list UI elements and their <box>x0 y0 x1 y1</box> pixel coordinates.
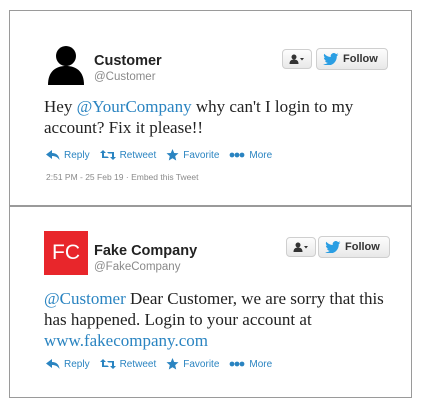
tweet-text: @Customer Dear Customer, we are sorry th… <box>44 288 384 351</box>
user-actions-button[interactable] <box>282 49 312 69</box>
company-avatar[interactable]: FC <box>44 231 88 275</box>
tweet-text-part: Hey <box>44 97 77 116</box>
follow-button[interactable]: Follow <box>318 236 390 258</box>
person-icon <box>289 54 304 64</box>
retweet-icon <box>99 359 116 369</box>
reply-label: Reply <box>64 358 90 370</box>
avatar-silhouette-icon[interactable] <box>44 41 88 85</box>
mention-link[interactable]: @Customer <box>44 289 126 308</box>
more-label: More <box>249 358 273 370</box>
mention-link[interactable]: @YourCompany <box>77 97 192 116</box>
user-name[interactable]: Customer <box>94 53 162 69</box>
twitter-bird-icon <box>323 53 339 65</box>
website-link[interactable]: www.fakecompany.com <box>44 331 208 350</box>
tweet-meta: 2:51 PM - 25 Feb 19 · Embed this Tweet <box>46 172 198 182</box>
reply-label: Reply <box>64 149 90 161</box>
more-dots-icon <box>229 152 245 158</box>
reply-button[interactable]: Reply <box>46 359 90 370</box>
follow-label: Follow <box>345 241 380 253</box>
more-dots-icon <box>229 361 245 367</box>
star-icon <box>166 358 179 370</box>
twitter-bird-icon <box>325 241 341 253</box>
user-handle[interactable]: @Customer <box>94 71 156 83</box>
more-button[interactable]: More <box>229 359 272 370</box>
follow-label: Follow <box>343 53 378 65</box>
favorite-button[interactable]: Favorite <box>166 358 219 370</box>
person-icon <box>293 242 308 252</box>
more-button[interactable]: More <box>229 150 272 161</box>
tweet-card-fake-company: FC Fake Company @FakeCompany Follow @Cus… <box>9 206 412 398</box>
user-handle[interactable]: @FakeCompany <box>94 261 180 273</box>
more-label: More <box>249 149 273 161</box>
favorite-label: Favorite <box>183 358 220 370</box>
reply-icon <box>46 359 60 369</box>
tweet-actions: Reply Retweet Favorite More <box>46 149 282 161</box>
star-icon <box>166 149 179 161</box>
tweet-text: Hey @YourCompany why can't I login to my… <box>44 96 384 138</box>
retweet-icon <box>99 150 116 160</box>
user-name[interactable]: Fake Company <box>94 243 197 259</box>
retweet-label: Retweet <box>119 149 157 161</box>
retweet-button[interactable]: Retweet <box>99 149 157 161</box>
tweet-card-customer: Customer @Customer Follow Hey @YourCompa… <box>9 10 412 206</box>
reply-button[interactable]: Reply <box>46 150 90 161</box>
tweet-actions: Reply Retweet Favorite More <box>46 358 282 370</box>
favorite-button[interactable]: Favorite <box>166 149 219 161</box>
retweet-label: Retweet <box>119 358 157 370</box>
follow-button[interactable]: Follow <box>316 48 388 70</box>
meta-separator: · <box>123 172 132 182</box>
timestamp-link[interactable]: 2:51 PM - 25 Feb 19 <box>46 172 124 182</box>
reply-icon <box>46 150 60 160</box>
favorite-label: Favorite <box>183 149 220 161</box>
retweet-button[interactable]: Retweet <box>99 358 157 370</box>
user-actions-button[interactable] <box>286 237 316 257</box>
embed-tweet-link[interactable]: Embed this Tweet <box>131 172 198 182</box>
